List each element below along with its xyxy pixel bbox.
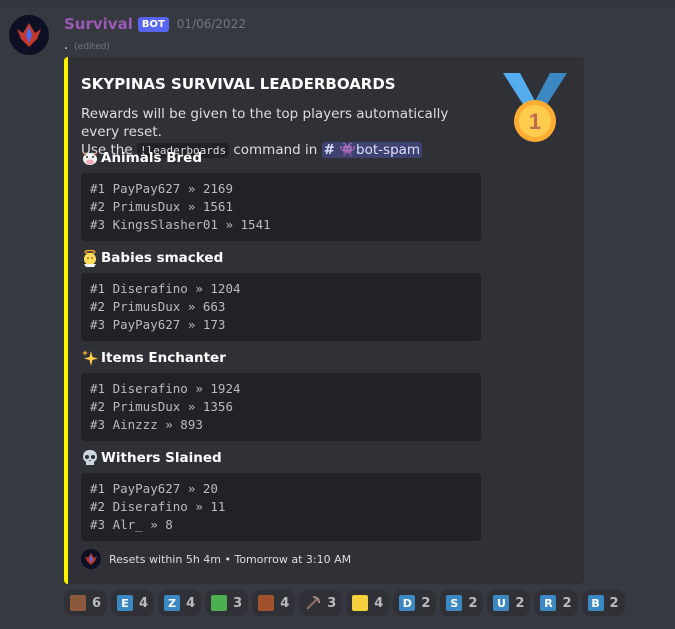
spongebob-icon [352,595,369,611]
pepe-icon [211,595,228,611]
reaction-count: 2 [515,595,525,611]
field-title: Babies smacked [101,250,224,266]
reaction-count: 4 [139,595,149,611]
letter-u-icon: U [493,595,510,611]
villager-icon [258,595,275,611]
hash-icon: # [323,142,335,158]
codeblock-babies-smacked: #1 Diserafino » 1204 #2 PrimusDux » 663 … [81,273,481,341]
leaderboard-line: #1 Diserafino » 1924 [90,381,241,396]
leaderboard-line: #3 Alr_ » 8 [90,517,173,532]
medal-icon[interactable]: 1 [498,71,572,145]
field-title: Items Enchanter [101,350,226,366]
phoenix-avatar-icon [9,15,49,55]
letter-b-icon: B [587,595,604,611]
reaction[interactable]: U2 [487,590,531,616]
reaction[interactable]: B2 [581,590,625,616]
letter-r-icon: R [540,595,557,611]
reaction[interactable]: Z4 [158,590,202,616]
reaction-count: 2 [421,595,431,611]
leaderboard-line: #3 KingsSlasher01 » 1541 [90,217,271,232]
reaction-count: 2 [468,595,478,611]
letter-z-icon: Z [164,595,181,611]
reaction-count: 4 [280,595,290,611]
reaction-count: 6 [92,595,102,611]
field-title: Withers Slained [101,450,222,466]
leaderboard-embed: SKYPINAS SURVIVAL LEADERBOARDS Rewards w… [64,57,584,584]
leaderboard-line: #1 PayPay627 » 20 [90,481,218,496]
codeblock-withers-slained: #1 PayPay627 » 20 #2 Diserafino » 11 #3 … [81,473,481,541]
leaderboard-line: #3 Ainzzz » 893 [90,417,203,432]
reaction[interactable]: 3 [299,590,343,616]
alien-icon: 👾 [339,142,357,158]
reaction-count: 2 [609,595,619,611]
reaction-count: 4 [186,595,196,611]
reaction[interactable]: R2 [534,590,578,616]
leaderboard-line: #3 PayPay627 » 173 [90,317,226,332]
desc-in-text: command in [229,142,322,158]
embed-footer: Resets within 5h 4m • Tomorrow at 3:10 A… [81,549,351,569]
timestamp[interactable]: 01/06/2022 [177,17,246,31]
description-line-1: Rewards will be given to the top players… [81,106,449,140]
message-text: . [64,38,69,53]
field-title: Animals Bred [101,150,202,166]
letter-d-icon: D [399,595,416,611]
message-header: Survival BOT 01/06/2022 [64,14,246,34]
message-content: . (edited) [64,38,110,53]
cow-icon [82,152,98,165]
svg-text:1: 1 [529,109,541,134]
minecraft-head-icon [70,595,86,611]
letter-s-icon: S [446,595,463,611]
codeblock-animals-bred: #1 PayPay627 » 2169 #2 PrimusDux » 1561 … [81,173,481,241]
letter-e-icon: E [117,595,134,611]
reaction[interactable]: 6 [64,590,108,616]
codeblock-items-enchanter: #1 Diserafino » 1924 #2 PrimusDux » 1356… [81,373,481,441]
pickaxe-icon [305,595,321,611]
leaderboard-line: #2 PrimusDux » 1561 [90,199,233,214]
embed-title: SKYPINAS SURVIVAL LEADERBOARDS [81,75,396,93]
leaderboard-line: #1 Diserafino » 1204 [90,281,241,296]
field-name-animals-bred: Animals Bred [81,149,202,167]
reaction[interactable]: 4 [346,590,390,616]
footer-avatar-icon [81,549,101,569]
edited-label: (edited) [74,42,110,52]
sparkles-icon [82,350,98,366]
top-divider [0,0,675,8]
skull-icon [83,450,97,465]
reaction[interactable]: D2 [393,590,437,616]
username[interactable]: Survival [64,15,133,33]
reaction[interactable]: 4 [252,590,296,616]
leaderboard-line: #2 PrimusDux » 663 [90,299,226,314]
leaderboard-line: #2 PrimusDux » 1356 [90,399,233,414]
channel-name: bot-spam [356,142,421,158]
reactions-bar: 6 E4 Z4 3 4 3 4 D2 S2 U2 R2 B2 [64,590,629,616]
reaction-count: 3 [233,595,243,611]
angel-baby-icon [84,249,96,267]
leaderboard-line: #2 Diserafino » 11 [90,499,226,514]
reaction-count: 4 [374,595,384,611]
avatar[interactable] [9,15,49,55]
field-name-withers-slained: Withers Slained [81,449,222,467]
leaderboard-line: #1 PayPay627 » 2169 [90,181,233,196]
reaction[interactable]: S2 [440,590,484,616]
field-name-items-enchanter: Items Enchanter [81,349,226,367]
channel-mention[interactable]: # 👾bot-spam [321,142,423,158]
bot-badge: BOT [137,16,169,32]
reaction-count: 2 [562,595,572,611]
footer-text: Resets within 5h 4m • Tomorrow at 3:10 A… [109,552,352,566]
reaction-count: 3 [327,595,337,611]
reaction[interactable]: E4 [111,590,155,616]
reaction[interactable]: 3 [205,590,249,616]
field-name-babies-smacked: Babies smacked [81,249,223,267]
